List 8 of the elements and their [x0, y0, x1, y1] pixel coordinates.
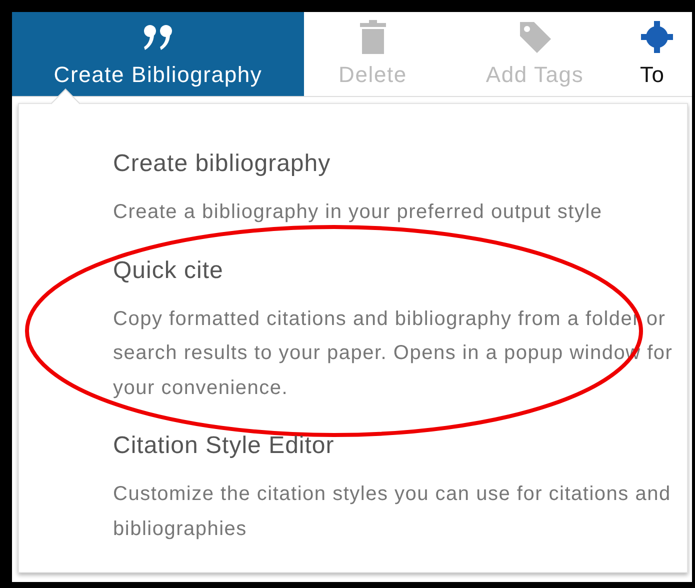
menu-item-description: Create a bibliography in your preferred output style — [113, 200, 604, 225]
menu-item-description: Customize the citation styles you can use for citations and bibliographies — [113, 482, 672, 542]
tag-icon — [518, 20, 552, 54]
menu-item-title[interactable]: Quick cite — [113, 256, 683, 286]
gear-icon — [640, 20, 674, 54]
toolbar-button[interactable]: Create Bibliography — [12, 12, 304, 96]
menu-item-title[interactable]: Citation Style Editor — [113, 431, 683, 461]
menu-item-title[interactable]: Create bibliography — [113, 149, 683, 179]
